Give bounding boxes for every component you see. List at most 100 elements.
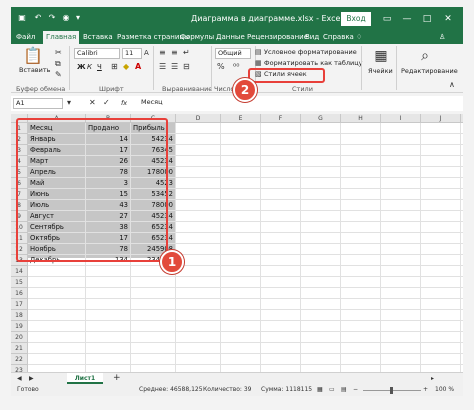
page-break-view-icon[interactable]: ▤ (341, 384, 347, 396)
undo-icon[interactable]: ↶ (33, 13, 43, 23)
row-header[interactable]: 21 (11, 343, 28, 354)
row-header[interactable]: 16 (11, 288, 28, 299)
paste-label[interactable]: Вставить (19, 66, 50, 74)
cancel-icon[interactable]: ✕ (89, 98, 96, 108)
normal-view-icon[interactable]: ▦ (317, 384, 323, 396)
align-center-icon[interactable]: ☰ (171, 62, 178, 72)
format-as-table-icon[interactable]: ▦ (255, 58, 262, 68)
zoom-level[interactable]: 100 % (435, 384, 454, 396)
row-header[interactable]: 15 (11, 277, 28, 288)
ribbon-display-icon[interactable]: ▭ (381, 13, 393, 25)
formula-input[interactable]: Месяц (139, 98, 459, 109)
column-header[interactable]: K (461, 114, 463, 123)
status-sum: Сумма: 1118115 (261, 386, 313, 393)
scroll-right-icon[interactable]: ▸ (431, 373, 434, 384)
tab-review[interactable]: Рецензирование (247, 31, 308, 44)
maximize-button[interactable]: □ (421, 13, 433, 25)
column-header[interactable]: H (341, 114, 381, 123)
font-size-select[interactable]: 11 (122, 48, 142, 59)
minimize-button[interactable]: — (401, 13, 413, 25)
zoom-in-icon[interactable]: + (423, 384, 428, 396)
zoom-out-icon[interactable]: − (353, 384, 358, 396)
tab-insert[interactable]: Вставка (83, 31, 113, 44)
italic-button[interactable]: К (87, 63, 92, 71)
name-box-dropdown-icon[interactable]: ▾ (67, 98, 71, 108)
merge-icon[interactable]: ⊟ (183, 62, 190, 72)
page-layout-view-icon[interactable]: ▭ (329, 384, 335, 396)
lightbulb-icon[interactable]: ♢ (356, 31, 362, 44)
grid-line (28, 309, 463, 310)
font-grow-icon[interactable]: A (144, 48, 149, 58)
conditional-formatting-icon[interactable]: ▤ (255, 47, 262, 57)
clipboard-group-label: Буфер обмена (16, 85, 66, 93)
row-header[interactable]: 14 (11, 266, 28, 277)
wrap-text-icon[interactable]: ↵ (183, 48, 190, 58)
bold-button[interactable]: Ж (77, 63, 86, 71)
align-left-icon[interactable]: ☰ (159, 62, 166, 72)
align-top-icon[interactable]: ≡ (159, 48, 166, 58)
tab-help[interactable]: Справка (323, 31, 354, 44)
tab-formulas[interactable]: Формулы (180, 31, 214, 44)
collapse-ribbon-icon[interactable]: ∧ (449, 80, 455, 90)
align-middle-icon[interactable]: ≡ (171, 48, 178, 58)
column-header[interactable]: E (221, 114, 261, 123)
status-ready: Готово (17, 386, 39, 393)
copy-icon[interactable]: ⧉ (55, 59, 61, 69)
tab-page-layout[interactable]: Разметка страницы (117, 31, 190, 44)
number-format-select[interactable]: Общий (215, 48, 251, 59)
name-box[interactable]: A1 (13, 98, 63, 109)
sheet-tab-list1[interactable]: Лист1 (67, 373, 103, 384)
underline-button[interactable]: Ч (97, 63, 102, 71)
borders-icon[interactable]: ⊞ (111, 62, 118, 72)
column-header[interactable]: D (176, 114, 221, 123)
grid-line (260, 123, 261, 372)
conditional-formatting-button[interactable]: Условное форматирование (264, 48, 357, 56)
cells-icon[interactable]: ▦ (371, 48, 391, 64)
format-painter-icon[interactable]: ✎ (55, 70, 62, 80)
row-header[interactable]: 18 (11, 310, 28, 321)
window-title: Диаграмма в диаграмме.xlsx - Excel (191, 14, 343, 23)
camera-icon[interactable]: ◉ (61, 13, 71, 23)
add-sheet-button[interactable]: + (113, 373, 121, 384)
sign-in-button[interactable]: Вход (341, 12, 371, 26)
decimal-icon[interactable]: ⁰⁰ (233, 62, 239, 72)
cells-label[interactable]: Ячейки (368, 67, 393, 75)
search-icon[interactable]: ⌕ (415, 48, 435, 64)
grid-line (420, 123, 421, 372)
enter-icon[interactable]: ✓ (103, 98, 110, 108)
callout-badge-2: 2 (233, 78, 257, 102)
redo-icon[interactable]: ↷ (47, 13, 57, 23)
percent-icon[interactable]: % (217, 62, 225, 72)
tab-home[interactable]: Главная (43, 31, 80, 44)
grid-line (28, 298, 463, 299)
tab-data[interactable]: Данные (216, 31, 245, 44)
format-as-table-button[interactable]: Форматировать как таблицу (264, 59, 363, 67)
save-icon[interactable]: ▣ (17, 13, 27, 23)
tab-view[interactable]: Вид (305, 31, 319, 44)
column-header[interactable]: J (421, 114, 461, 123)
column-header[interactable]: G (301, 114, 341, 123)
next-sheet-icon[interactable]: ▶ (29, 373, 34, 384)
status-average: Среднее: 46588,125 (139, 386, 203, 393)
person-icon[interactable]: ♙ (439, 31, 445, 44)
close-button[interactable]: ✕ (442, 13, 454, 25)
prev-sheet-icon[interactable]: ◀ (17, 373, 22, 384)
tab-file[interactable]: Файл (16, 31, 35, 44)
row-header[interactable]: 23 (11, 365, 28, 372)
row-header[interactable]: 20 (11, 332, 28, 343)
quick-access-dropdown-icon[interactable]: ▾ (73, 13, 83, 23)
column-header[interactable]: F (261, 114, 301, 123)
font-name-select[interactable]: Calibri (74, 48, 120, 59)
font-color-icon[interactable]: A (135, 62, 141, 72)
paste-icon[interactable]: 📋 (23, 47, 43, 65)
editing-label[interactable]: Редактирование (401, 67, 458, 75)
cut-icon[interactable]: ✂ (55, 48, 62, 58)
zoom-slider-thumb[interactable] (390, 387, 393, 394)
column-header[interactable]: I (381, 114, 421, 123)
fx-label: fx (121, 99, 128, 107)
row-header[interactable]: 22 (11, 354, 28, 365)
row-header[interactable]: 17 (11, 299, 28, 310)
grid-line (340, 123, 341, 372)
fill-color-icon[interactable]: ◆ (123, 62, 129, 72)
row-header[interactable]: 19 (11, 321, 28, 332)
